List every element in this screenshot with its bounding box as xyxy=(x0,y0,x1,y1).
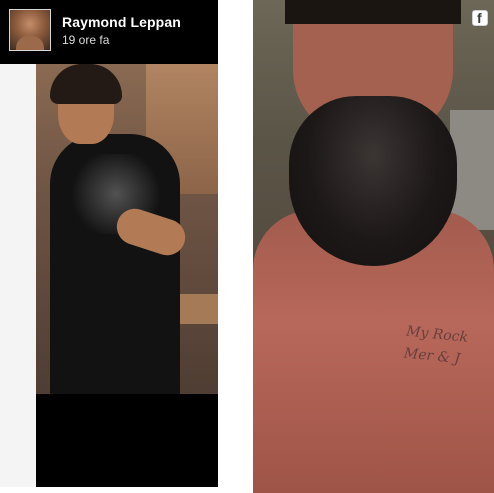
person-hair xyxy=(50,64,122,104)
photo-gap xyxy=(218,0,253,493)
chest-tattoo: My Rock Mer & J xyxy=(399,321,494,410)
facebook-logo-icon[interactable]: f xyxy=(472,10,488,26)
facebook-post-collage: Raymond Leppan 19 ore fa My Rock Mer & J… xyxy=(0,0,494,493)
beard xyxy=(289,96,457,266)
photo-before[interactable] xyxy=(36,64,218,394)
avatar[interactable] xyxy=(9,9,51,51)
post-timestamp[interactable]: 19 ore fa xyxy=(62,33,109,47)
author-name[interactable]: Raymond Leppan xyxy=(62,14,181,30)
left-edge-strip xyxy=(0,64,36,487)
facebook-logo-letter: f xyxy=(477,10,482,26)
hair xyxy=(285,0,461,24)
photo-after[interactable]: My Rock Mer & J xyxy=(253,0,494,493)
post-header: Raymond Leppan 19 ore fa xyxy=(0,0,218,64)
